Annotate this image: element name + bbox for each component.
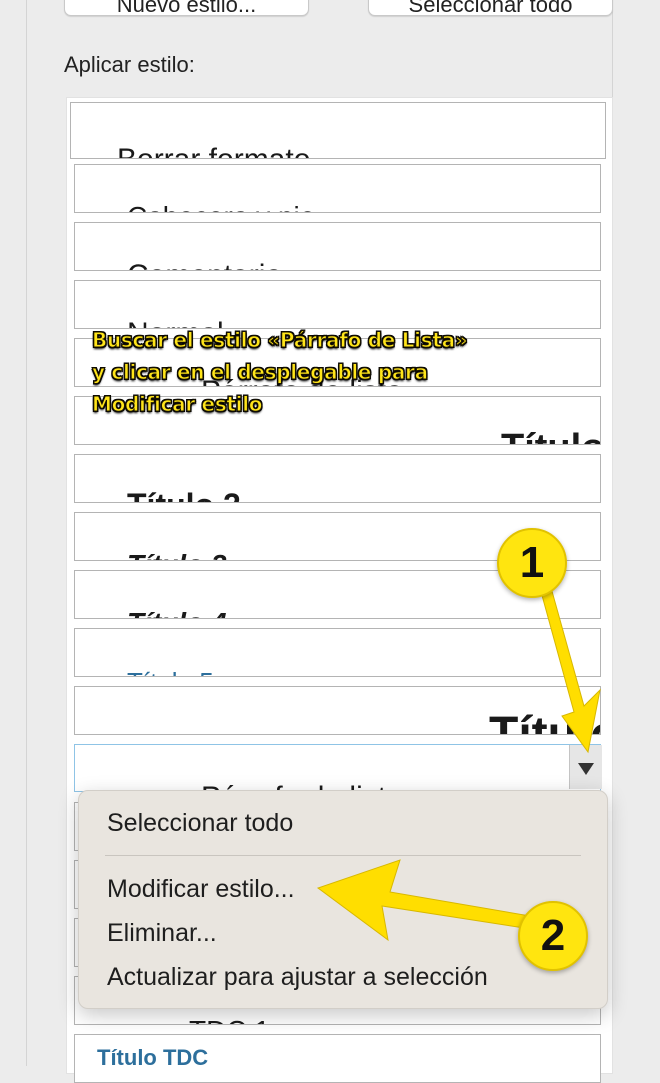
arrow-1-icon	[539, 583, 601, 754]
step-2-badge: 2	[518, 901, 588, 971]
step-1-badge: 1	[497, 528, 567, 598]
arrow-2-icon	[316, 859, 531, 942]
